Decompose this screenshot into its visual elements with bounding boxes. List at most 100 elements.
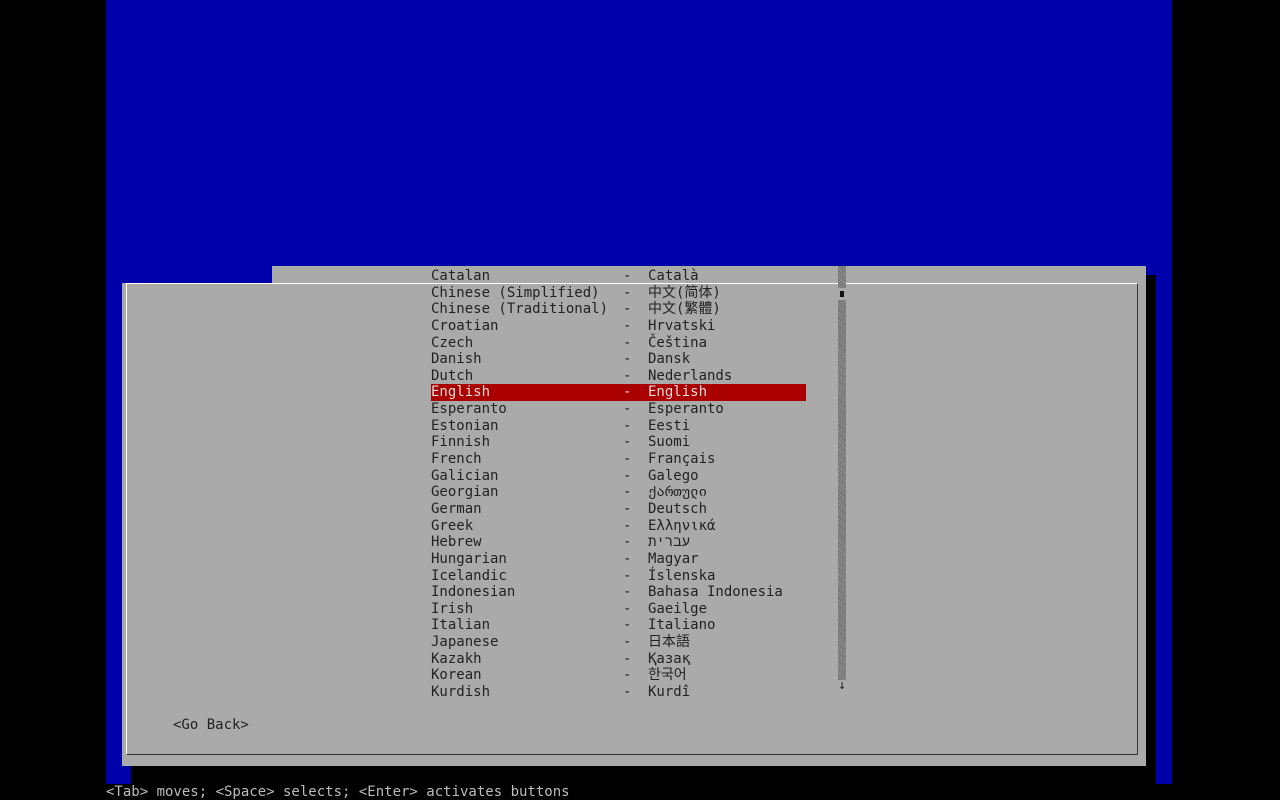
language-name: Georgian [431,484,499,501]
language-native-name: Esperanto [648,401,724,418]
language-native-name: Kurdî [648,684,691,696]
language-option-italian[interactable]: Italian - Italiano [431,617,806,634]
language-separator: - [623,684,632,696]
scroll-down-arrow-icon[interactable]: ↓ [836,678,848,694]
language-separator: - [623,484,632,501]
language-native-name: 한국어 [648,667,687,684]
language-separator: - [623,317,632,334]
language-separator: - [623,334,632,351]
language-option-croatian[interactable]: Croatian - Hrvatski [431,318,806,335]
language-name: Korean [431,667,482,684]
language-native-name: English [648,384,708,401]
language-separator: - [623,451,632,468]
language-name: Chinese (Simplified) [431,284,600,301]
language-option-kazakh[interactable]: Kazakh - Қазақ [431,651,806,668]
language-name: Hebrew [431,534,482,551]
language-option-greek[interactable]: Greek - Ελληνικά [431,518,806,535]
language-separator: - [623,384,632,401]
language-separator: - [623,667,632,684]
language-native-name: Dansk [648,351,691,368]
language-native-name: Français [648,451,716,468]
language-name: Italian [431,617,491,634]
language-option-hungarian[interactable]: Hungarian - Magyar [431,551,806,568]
language-option-french[interactable]: French - Français [431,451,806,468]
language-separator: - [623,517,632,534]
language-separator: - [623,534,632,551]
language-native-name: Hrvatski [648,317,716,334]
scrollbar-track[interactable] [838,266,846,680]
language-option-danish[interactable]: Danish - Dansk [431,351,806,368]
installer-screen: Catalan - Català Chinese (Simplified) - 中文(简体… [106,0,1172,800]
language-name: Galician [431,467,499,484]
language-separator: - [623,634,632,651]
language-option-catalan[interactable]: Catalan - Català [431,268,806,285]
language-native-name: Čeština [648,334,708,351]
language-name: Croatian [431,317,499,334]
status-bar: <Tab> moves; <Space> selects; <Enter> ac… [106,784,1172,800]
language-option-esperanto[interactable]: Esperanto - Esperanto [431,401,806,418]
language-option-finnish[interactable]: Finnish - Suomi [431,434,806,451]
language-name: Greek [431,517,474,534]
language-name: German [431,500,482,517]
language-option-chinese-simplified[interactable]: Chinese (Simplified) - 中文(简体) [431,285,806,302]
language-separator: - [623,584,632,601]
language-native-name: Ελληνικά [648,517,716,534]
language-native-name: Bahasa Indonesia [648,584,783,601]
language-option-dutch[interactable]: Dutch - Nederlands [431,368,806,385]
language-option-czech[interactable]: Czech - Čeština [431,335,806,352]
language-option-english[interactable]: English - English [431,384,806,402]
language-separator: - [623,467,632,484]
language-separator: - [623,600,632,617]
language-name: Estonian [431,417,499,434]
language-native-name: Italiano [648,617,716,634]
language-native-name: עברית [648,534,691,551]
language-native-name: Gaeilge [648,600,708,617]
language-native-name: 日本語 [648,634,690,651]
language-option-japanese[interactable]: Japanese - 日本語 [431,634,806,651]
language-list[interactable]: Catalan - Català Chinese (Simplified) - 中文(简体… [431,266,821,696]
language-option-kurdish[interactable]: Kurdish - Kurdî [431,684,806,696]
language-name: Danish [431,351,482,368]
language-native-name: Nederlands [648,367,733,384]
language-native-name: 中文(简体) [648,284,721,301]
language-list-scrollbar[interactable]: ↓ [837,266,847,696]
language-name: Indonesian [431,584,516,601]
language-option-icelandic[interactable]: Icelandic - Íslenska [431,568,806,585]
language-option-korean[interactable]: Korean - 한국어 [431,667,806,684]
language-separator: - [623,434,632,451]
language-option-galician[interactable]: Galician - Galego [431,468,806,485]
language-name: Finnish [431,434,491,451]
language-separator: - [623,351,632,368]
go-back-button[interactable]: <Go Back> [173,717,249,734]
scrollbar-thumb[interactable] [838,288,846,300]
language-option-german[interactable]: German - Deutsch [431,501,806,518]
language-option-estonian[interactable]: Estonian - Eesti [431,418,806,435]
language-native-name: Deutsch [648,500,708,517]
language-name: Catalan [431,268,491,284]
language-separator: - [623,650,632,667]
language-separator: - [623,367,632,384]
language-option-indonesian[interactable]: Indonesian - Bahasa Indonesia [431,584,806,601]
language-native-name: Magyar [648,550,699,567]
language-name: Irish [431,600,474,617]
language-name: Czech [431,334,474,351]
language-native-name: 中文(繁體) [648,301,721,318]
language-name: English [431,384,491,401]
language-separator: - [623,284,632,301]
language-option-chinese-traditional[interactable]: Chinese (Traditional) - 中文(繁體) [431,301,806,318]
dialog-title [122,266,272,283]
language-native-name: Suomi [648,434,691,451]
language-option-hebrew[interactable]: Hebrew - עברית [431,534,806,551]
language-option-irish[interactable]: Irish - Gaeilge [431,601,806,618]
language-separator: - [623,567,632,584]
language-separator: - [623,301,632,318]
language-native-name: ქართული [648,484,708,501]
language-name: Icelandic [431,567,507,584]
language-name: Chinese (Traditional) [431,301,609,318]
language-native-name: Қазақ [648,650,691,667]
language-separator: - [623,417,632,434]
language-name: French [431,451,482,468]
language-separator: - [623,268,632,284]
language-option-georgian[interactable]: Georgian - ქართული [431,484,806,501]
language-select-dialog: Catalan - Català Chinese (Simplified) - 中文(简体… [122,266,1146,766]
